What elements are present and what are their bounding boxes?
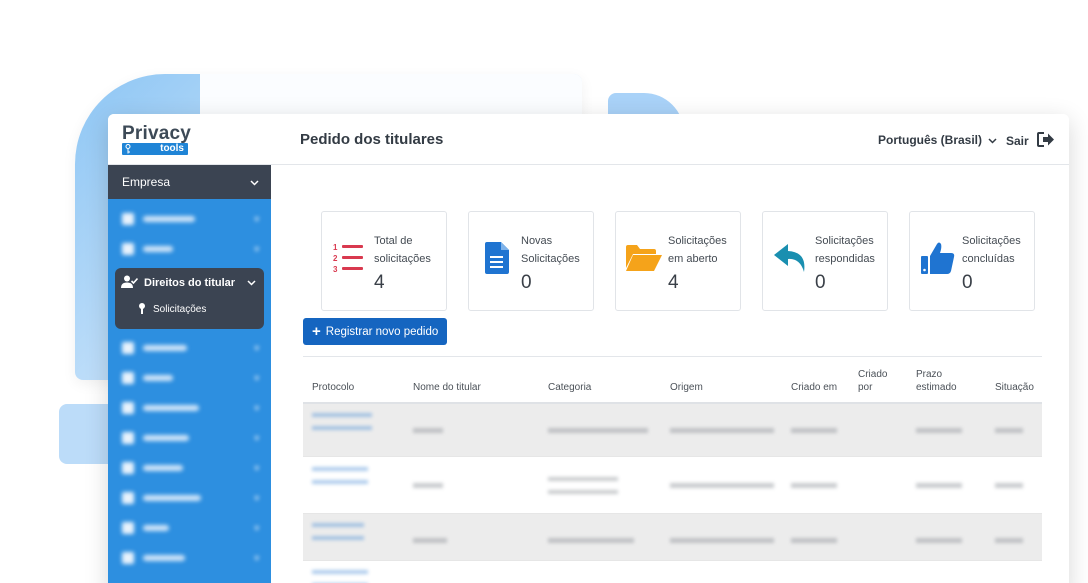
page-title: Pedido dos titulares	[300, 131, 444, 148]
menu-icon	[122, 243, 134, 255]
language-label: Português (Brasil)	[878, 133, 983, 147]
column-header[interactable]: Categoria	[548, 381, 591, 394]
sidebar-item-blurred[interactable]: ▾	[108, 423, 271, 453]
menu-icon	[122, 552, 134, 564]
svg-text:3: 3	[333, 265, 338, 274]
menu-icon	[122, 213, 134, 225]
chevron-down-icon	[250, 175, 259, 189]
privacy-tools-logo[interactable]: Privacy tools	[122, 123, 192, 155]
table-row[interactable]	[303, 514, 1042, 560]
table-row[interactable]	[303, 456, 1042, 514]
card-label: Novas Solicitações	[521, 235, 580, 265]
menu-icon	[122, 342, 134, 354]
user-check-icon	[121, 275, 139, 291]
app-window: Privacy tools Pedido dos titulares Portu…	[108, 114, 1069, 583]
sidebar-item-blurred[interactable]: ▾	[108, 453, 271, 483]
column-header[interactable]: Prazo estimado	[916, 368, 972, 394]
menu-icon	[122, 402, 134, 414]
table-row[interactable]	[303, 404, 1042, 456]
sidebar-section-direitos: Direitos do titular Solicitações	[115, 268, 264, 329]
main-content: 1 2 3 Total de solicitações 4 Novas Soli…	[271, 165, 1069, 583]
sign-out-icon	[1036, 132, 1055, 150]
card-label: Solicitações em aberto	[668, 235, 727, 265]
sidebar-item-blurred[interactable]: ▾	[108, 333, 271, 363]
card-completed[interactable]: Solicitações concluídas 0	[909, 211, 1035, 311]
card-value: 0	[815, 272, 826, 293]
thumbs-up-icon	[920, 240, 956, 276]
svg-text:1: 1	[333, 243, 338, 252]
company-selector[interactable]: Empresa	[108, 165, 271, 199]
pin-icon	[139, 303, 145, 315]
column-header[interactable]: Protocolo	[312, 381, 354, 394]
sidebar-item-blurred[interactable]: ▾	[108, 543, 271, 573]
numbered-list-icon: 1 2 3	[332, 240, 368, 276]
sidebar-item-blurred[interactable]: ▾	[108, 513, 271, 543]
card-open[interactable]: Solicitações em aberto 4	[615, 211, 741, 311]
card-value: 4	[374, 272, 385, 293]
sidebar-item-label: Solicitações	[153, 303, 207, 315]
menu-icon	[122, 522, 134, 534]
table-header: Protocolo Nome do titular Categoria Orig…	[303, 356, 1042, 404]
reply-arrow-icon	[773, 240, 809, 276]
menu-icon	[122, 492, 134, 504]
card-value: 0	[521, 272, 532, 293]
column-header[interactable]: Criado por	[858, 368, 894, 394]
requests-table: Protocolo Nome do titular Categoria Orig…	[303, 356, 1042, 583]
summary-cards: 1 2 3 Total de solicitações 4 Novas Soli…	[321, 211, 1035, 311]
chevron-down-icon	[988, 136, 997, 146]
table-row[interactable]	[303, 560, 1042, 583]
document-icon	[479, 240, 515, 276]
column-header[interactable]: Origem	[670, 381, 703, 394]
sidebar-item-blurred[interactable]: ▾	[108, 204, 271, 234]
column-header[interactable]: Criado em	[791, 381, 837, 394]
card-answered[interactable]: Solicitações respondidas 0	[762, 211, 888, 311]
menu-icon	[122, 372, 134, 384]
logo-wordmark: Privacy	[122, 123, 192, 144]
key-icon	[125, 144, 131, 154]
sidebar-item-direitos-do-titular[interactable]: Direitos do titular	[115, 274, 264, 292]
sidebar-section-label: Direitos do titular	[144, 277, 236, 289]
card-label: Solicitações concluídas	[962, 235, 1021, 265]
logo-bar: tools	[122, 143, 188, 155]
language-selector[interactable]: Português (Brasil)	[878, 133, 997, 147]
top-bar: Privacy tools Pedido dos titulares Portu…	[108, 114, 1069, 165]
sidebar-item-solicitacoes[interactable]: Solicitações	[115, 296, 264, 322]
card-new[interactable]: Novas Solicitações 0	[468, 211, 594, 311]
chevron-down-icon	[247, 278, 256, 288]
sidebar-item-blurred[interactable]: ▾	[108, 234, 271, 264]
card-label: Solicitações respondidas	[815, 235, 875, 265]
card-label: Total de solicitações	[374, 235, 431, 265]
open-folder-icon	[626, 240, 662, 276]
sidebar-item-blurred[interactable]: ▾	[108, 393, 271, 423]
column-header[interactable]: Situação	[995, 381, 1034, 394]
background-panel-top	[200, 74, 582, 114]
menu-icon	[122, 462, 134, 474]
menu-icon	[122, 432, 134, 444]
register-request-button[interactable]: + Registrar novo pedido	[303, 318, 448, 345]
logo-tagline: tools	[160, 143, 184, 154]
screenshot-stage: Privacy tools Pedido dos titulares Portu…	[0, 0, 1088, 583]
sidebar: Empresa ▾ ▾ Direitos do titular Solicita…	[108, 165, 271, 583]
register-request-label: Registrar novo pedido	[325, 325, 439, 338]
column-header[interactable]: Nome do titular	[413, 381, 481, 394]
card-value: 4	[668, 272, 679, 293]
card-value: 0	[962, 272, 973, 293]
logout-label: Sair	[1006, 134, 1029, 148]
plus-icon: +	[312, 322, 321, 340]
svg-text:2: 2	[333, 254, 338, 263]
sidebar-item-blurred[interactable]: ▾	[108, 363, 271, 393]
sidebar-item-blurred[interactable]: ▾	[108, 483, 271, 513]
card-total[interactable]: 1 2 3 Total de solicitações 4	[321, 211, 447, 311]
logout-button[interactable]: Sair	[1006, 132, 1055, 150]
company-label: Empresa	[122, 175, 171, 189]
